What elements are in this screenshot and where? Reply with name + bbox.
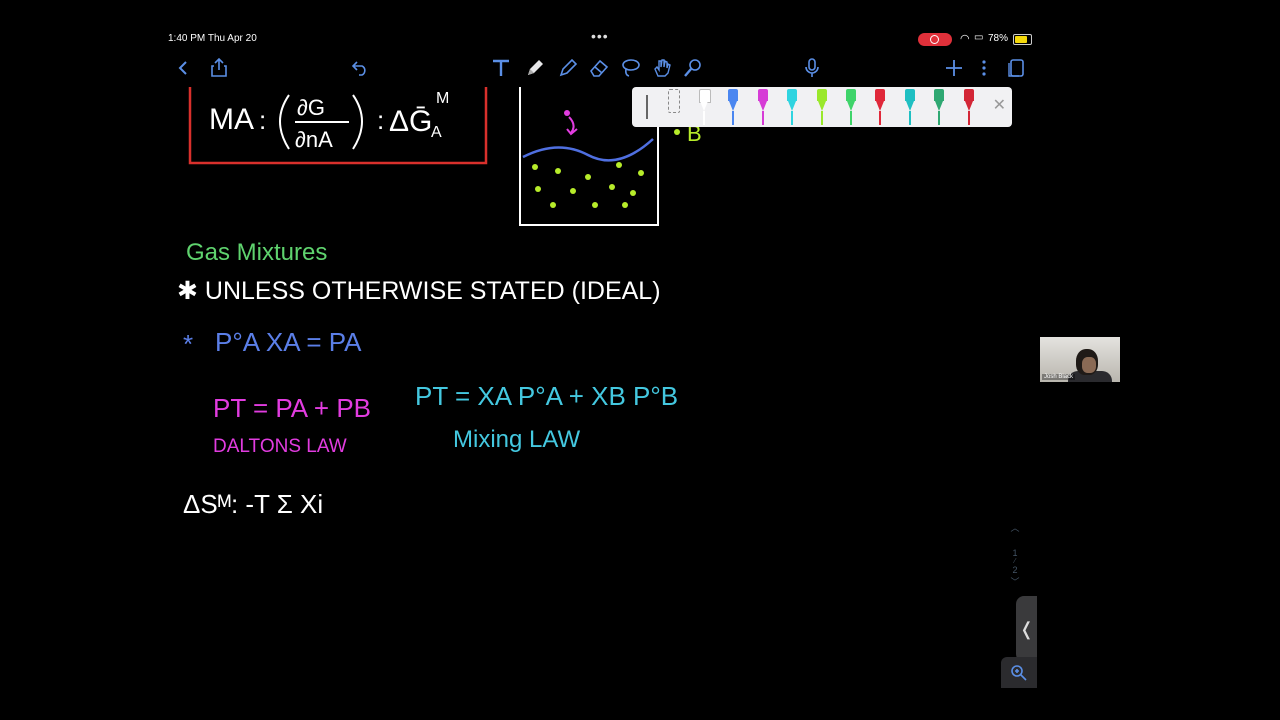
partial-na: ∂nA: [295, 127, 333, 152]
note-canvas[interactable]: MA : ∂G ∂nA : ΔḠ M A B Gas Mixtures ✱ UN…: [163, 80, 1037, 688]
mic-icon[interactable]: [799, 55, 825, 81]
screen-record-icon[interactable]: [918, 33, 952, 46]
hand-icon[interactable]: [649, 55, 675, 81]
status-time: 1:40 PM Thu Apr 20: [168, 33, 257, 44]
condense-arrow: [566, 116, 578, 136]
lasso-icon[interactable]: [618, 55, 644, 81]
pen-color-1[interactable]: [699, 87, 711, 125]
entropy-eq: ΔSᴹ: -T Σ Xi: [183, 489, 323, 519]
mu-sup: M: [436, 90, 449, 107]
raoult-eq: P°A XA = PA: [215, 327, 362, 357]
pen-color-9[interactable]: [934, 87, 945, 125]
vapor-particle: [564, 110, 570, 116]
share-icon[interactable]: [206, 55, 232, 81]
paren-open: [279, 94, 290, 150]
pen-color-10[interactable]: [963, 87, 974, 125]
sidebar-toggle-icon[interactable]: ❬: [1016, 596, 1037, 662]
battery-icon: [1013, 34, 1032, 45]
dalton-eq: PT = PA + PB: [213, 393, 371, 423]
back-icon[interactable]: [170, 55, 196, 81]
page-down-icon[interactable]: ﹀: [1000, 575, 1030, 588]
mixing-name: Mixing LAW: [453, 426, 580, 453]
laser-icon[interactable]: [680, 55, 706, 81]
pen-color-7[interactable]: [875, 87, 886, 125]
partial-g: ∂G: [297, 95, 325, 120]
heading: Gas Mixtures: [186, 239, 327, 266]
toolbar: [163, 49, 1037, 87]
status-bar: 1:40 PM Thu Apr 20 ••• ◠ ▭ 78%: [163, 31, 1037, 49]
more-icon[interactable]: [971, 55, 997, 81]
eraser-icon[interactable]: [586, 55, 612, 81]
mu-sub: A: [431, 124, 442, 141]
pen-color-3[interactable]: [757, 87, 768, 125]
pen-color-4[interactable]: [787, 87, 798, 125]
add-page-icon[interactable]: [941, 55, 967, 81]
dalton-name: DALTONS LAW: [213, 436, 347, 457]
page-up-icon[interactable]: ︿: [1000, 521, 1030, 534]
mu-rhs: ΔḠ: [389, 105, 432, 138]
wifi-icon: ◠: [960, 33, 970, 45]
car-icon: ▭: [974, 32, 984, 43]
dashed-pen-icon[interactable]: [668, 89, 680, 113]
mu-equals: :: [259, 105, 266, 135]
species-b-dot: [674, 129, 680, 135]
highlighter-icon[interactable]: [555, 55, 581, 81]
pen-color-palette: ✕: [632, 87, 1012, 127]
pen-separator: [646, 95, 648, 119]
video-thumbnail[interactable]: Josh Black: [1040, 337, 1120, 382]
mu-lhs: MA: [209, 103, 254, 136]
ipad-screen: 1:40 PM Thu Apr 20 ••• ◠ ▭ 78% MA: ∂G ∂…: [163, 31, 1037, 688]
participant-name: Josh Black: [1042, 374, 1076, 380]
pen-color-6[interactable]: [846, 87, 856, 125]
page-navigator[interactable]: ︿ 1 ⁄ 2 ﹀: [1000, 521, 1030, 588]
assumption-line: ✱ UNLESS OTHERWISE STATED (IDEAL): [177, 277, 661, 305]
page-number-1[interactable]: 1: [1000, 548, 1030, 558]
text-tool-icon[interactable]: [488, 55, 514, 81]
undo-icon[interactable]: [347, 55, 373, 81]
mu-equals-2: :: [377, 105, 384, 135]
paren-close: [352, 94, 363, 150]
pages-icon[interactable]: [1003, 55, 1029, 81]
mixing-eq: PT = XA P°A + XB P°B: [415, 381, 678, 411]
multitask-dots-icon[interactable]: •••: [591, 31, 609, 44]
pen-color-8[interactable]: [904, 87, 915, 125]
pen-color-5[interactable]: [816, 87, 827, 125]
liquid-particles: [532, 162, 644, 208]
page-number-2[interactable]: 2: [1000, 565, 1030, 575]
liquid-surface: [522, 138, 654, 162]
battery-percent: 78%: [988, 33, 1009, 44]
raoult-star: *: [183, 329, 193, 359]
pen-tool-icon[interactable]: [522, 55, 548, 81]
pen-color-2[interactable]: [728, 87, 739, 125]
close-icon[interactable]: ✕: [993, 95, 1006, 115]
zoom-icon[interactable]: [1001, 657, 1037, 688]
